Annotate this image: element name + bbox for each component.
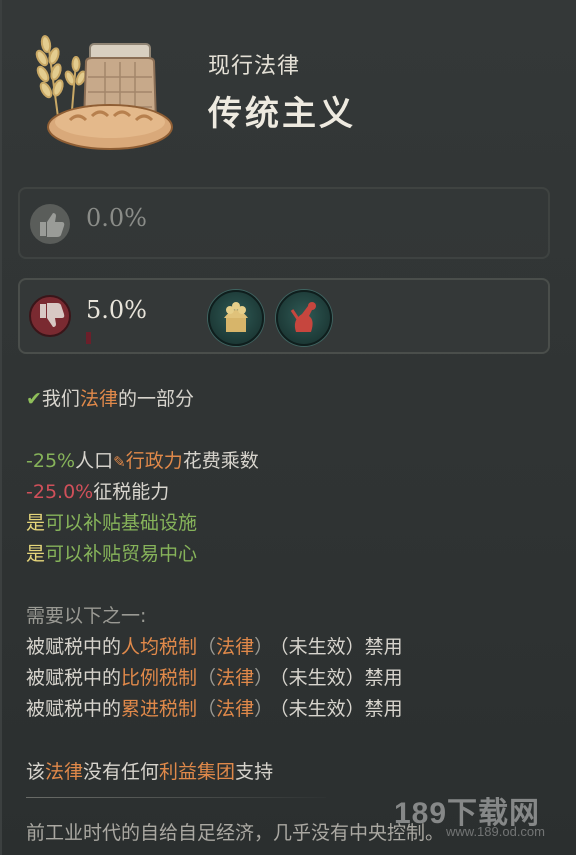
law-link[interactable]: 法律 <box>80 388 118 410</box>
interest-group-link[interactable]: 利益集团 <box>159 761 235 783</box>
approval-value: 0.0% <box>86 204 147 232</box>
law-link[interactable]: 法律 <box>45 761 83 783</box>
rural-folk-icon[interactable] <box>208 290 264 346</box>
watermark-url: www.189.od.com <box>446 824 545 839</box>
disapproval-bar <box>86 332 91 344</box>
law-link[interactable]: 人均税制 <box>121 636 197 658</box>
law-tooltip-panel: 现行法律 传统主义 0.0% 5.0% ✔我们法律的一部分 -25%人口✎行政力… <box>0 0 576 855</box>
current-law-label: 现行法律 <box>208 54 301 79</box>
traditionalism-emblem-icon <box>35 35 173 150</box>
thumbs-up-icon <box>30 204 70 244</box>
requirement-row: 被赋税中的人均税制（法律） （未生效）禁用 <box>26 636 403 658</box>
effect-row: -25%人口✎行政力花费乘数 <box>26 450 259 472</box>
law-link[interactable]: 累进税制 <box>121 698 197 720</box>
divider <box>26 797 326 798</box>
law-link[interactable]: 比例税制 <box>121 667 197 689</box>
law-description: 前工业时代的自给自足经济，几乎没有中央控制。 <box>26 822 445 844</box>
disapproval-value: 5.0% <box>86 296 147 324</box>
law-status-line: ✔我们法律的一部分 <box>26 388 194 410</box>
bureaucracy-link[interactable]: 行政力 <box>126 450 183 472</box>
requirement-row: 被赋税中的累进税制（法律） （未生效）禁用 <box>26 698 403 720</box>
interest-group-support-line: 该法律没有任何利益集团支持 <box>26 761 274 783</box>
thumbs-down-icon <box>29 295 71 337</box>
effect-row: -25.0%征税能力 <box>26 481 170 503</box>
requirement-row: 被赋税中的比例税制（法律） （未生效）禁用 <box>26 667 403 689</box>
effect-row: 是可以补贴基础设施 <box>26 512 198 534</box>
bureaucracy-icon: ✎ <box>113 453 126 471</box>
check-icon: ✔ <box>26 388 42 410</box>
effect-row: 是可以补贴贸易中心 <box>26 543 198 565</box>
requirements-heading: 需要以下之一: <box>26 605 147 627</box>
law-title: 传统主义 <box>208 94 356 134</box>
laborers-icon[interactable] <box>276 290 332 346</box>
